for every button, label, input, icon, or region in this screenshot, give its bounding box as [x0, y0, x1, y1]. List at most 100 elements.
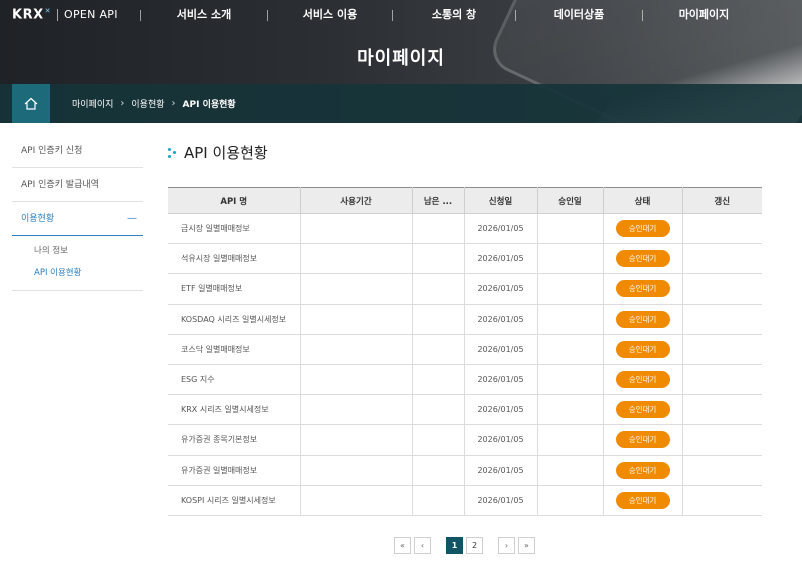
page-button-1[interactable]: 1 [446, 537, 463, 554]
sidebar-item-api-key-history[interactable]: API 인증키 발급내역 [12, 168, 143, 202]
collapse-icon: — [127, 213, 137, 224]
cell-period [300, 424, 413, 456]
cell-period [300, 334, 413, 365]
column-header: API 명 [168, 187, 301, 214]
logo-brand: KRX✕ [12, 7, 51, 23]
cell-approved [537, 485, 604, 516]
status-badge[interactable]: 승인대기 [615, 461, 670, 479]
cell-renew [682, 304, 762, 335]
cell-applied: 2026/01/05 [464, 273, 538, 305]
cell-approved [537, 424, 604, 456]
nav-service-use[interactable]: 서비스 이용 [268, 6, 392, 24]
table-row: 금시장 일별매매정보 2026/01/05 승인대기 [168, 213, 762, 245]
cell-applied: 2026/01/05 [464, 424, 538, 456]
cell-remain [412, 304, 465, 335]
column-header: 상태 [603, 187, 683, 214]
api-usage-table: API 명 사용기간 남은 ... 신청일 승인일 상태 갱신 금시장 일별매매정보 2026… [168, 187, 762, 516]
nav-service-intro[interactable]: 서비스 소개 [141, 6, 267, 24]
status-badge[interactable]: 승인대기 [615, 280, 670, 298]
cell-renew [682, 243, 762, 275]
cell-remain [412, 243, 465, 275]
table-row: KOSPI 시리즈 일별시세정보 2026/01/05 승인대기 [168, 485, 762, 516]
pagination: « ‹ 1 2 › » [394, 537, 538, 554]
sidebar-item-api-key-request[interactable]: API 인증키 신청 [12, 134, 143, 168]
column-header: 남은 ... [412, 187, 465, 214]
site-logo[interactable]: KRX✕ OPEN API [12, 7, 118, 22]
sidebar-submenu: 나의 정보 API 이용현황 [12, 236, 143, 291]
cell-applied: 2026/01/05 [464, 455, 538, 486]
cell-applied: 2026/01/05 [464, 304, 538, 335]
status-badge[interactable]: 승인대기 [615, 340, 670, 358]
main-nav: 서비스 소개 서비스 이용 소통의 창 데이터상품 마이페이지 [140, 6, 765, 24]
sidebar-item-usage[interactable]: 이용현황 — [12, 202, 143, 236]
cell-status: 승인대기 [603, 334, 683, 365]
home-button[interactable] [12, 84, 50, 123]
status-badge[interactable]: 승인대기 [615, 431, 670, 449]
cell-status: 승인대기 [603, 243, 683, 275]
breadcrumb-item[interactable]: 이용현황 [131, 97, 164, 110]
status-badge[interactable]: 승인대기 [615, 310, 670, 328]
cell-remain [412, 485, 465, 516]
column-header: 사용기간 [300, 187, 413, 214]
table-row: ESG 지수 2026/01/05 승인대기 [168, 364, 762, 396]
status-badge[interactable]: 승인대기 [615, 371, 670, 389]
column-header: 갱신 [682, 187, 762, 214]
cell-period [300, 364, 413, 396]
cell-name: 코스닥 일별매매정보 [168, 334, 301, 365]
nav-community[interactable]: 소통의 창 [393, 6, 515, 24]
title-dots-icon [168, 147, 178, 158]
chevron-right-icon: › [120, 98, 125, 109]
cell-period [300, 243, 413, 275]
cell-status: 승인대기 [603, 485, 683, 516]
cell-applied: 2026/01/05 [464, 213, 538, 245]
page-header: KRX✕ OPEN API 서비스 소개 서비스 이용 소통의 창 데이터상품 마이페이… [0, 0, 802, 123]
cell-period [300, 304, 413, 335]
cell-applied: 2026/01/05 [464, 485, 538, 516]
last-page-button[interactable]: » [518, 537, 535, 554]
prev-page-button[interactable]: ‹ [414, 537, 431, 554]
cell-remain [412, 455, 465, 486]
cell-name: 금시장 일별매매정보 [168, 213, 301, 245]
chevron-right-icon: › [171, 98, 176, 109]
status-badge[interactable]: 승인대기 [615, 220, 670, 238]
cell-renew [682, 485, 762, 516]
cell-name: ESG 지수 [168, 364, 301, 396]
cell-name: 유가증권 일별매매정보 [168, 455, 301, 486]
status-badge[interactable]: 승인대기 [615, 401, 670, 419]
cell-renew [682, 394, 762, 426]
cell-status: 승인대기 [603, 273, 683, 305]
cell-remain [412, 334, 465, 365]
sidebar-subitem-api-usage[interactable]: API 이용현황 [12, 262, 143, 284]
table-row: KRX 시리즈 일별시세정보 2026/01/05 승인대기 [168, 394, 762, 426]
page-hero-title: 마이페이지 [357, 48, 445, 69]
cell-approved [537, 364, 604, 396]
breadcrumb-item[interactable]: 마이페이지 [72, 97, 113, 110]
breadcrumb-item: API 이용현황 [182, 100, 236, 110]
sidebar-subitem-my-info[interactable]: 나의 정보 [12, 240, 143, 262]
cell-renew [682, 364, 762, 396]
cell-period [300, 485, 413, 516]
content-title: API 이용현황 [168, 142, 268, 163]
table-row: 유가증권 종목기본정보 2026/01/05 승인대기 [168, 424, 762, 456]
cell-remain [412, 424, 465, 456]
cell-name: KOSDAQ 시리즈 일별시세정보 [168, 304, 301, 335]
cell-remain [412, 273, 465, 305]
first-page-button[interactable]: « [394, 537, 411, 554]
breadcrumb-bar: 마이페이지 › 이용현황 › API 이용현황 [0, 84, 802, 123]
cell-renew [682, 213, 762, 245]
home-icon [24, 97, 38, 110]
cell-status: 승인대기 [603, 455, 683, 486]
status-badge[interactable]: 승인대기 [615, 250, 670, 268]
cell-applied: 2026/01/05 [464, 364, 538, 396]
cell-approved [537, 304, 604, 335]
nav-mypage[interactable]: 마이페이지 [643, 6, 765, 24]
cell-status: 승인대기 [603, 364, 683, 396]
page-button-2[interactable]: 2 [466, 537, 483, 554]
breadcrumb: 마이페이지 › 이용현황 › API 이용현황 [72, 84, 236, 123]
status-badge[interactable]: 승인대기 [615, 491, 670, 509]
table-row: 석유시장 일별매매정보 2026/01/05 승인대기 [168, 243, 762, 275]
cell-period [300, 213, 413, 245]
nav-data-products[interactable]: 데이터상품 [516, 6, 642, 24]
next-page-button[interactable]: › [498, 537, 515, 554]
cell-approved [537, 334, 604, 365]
